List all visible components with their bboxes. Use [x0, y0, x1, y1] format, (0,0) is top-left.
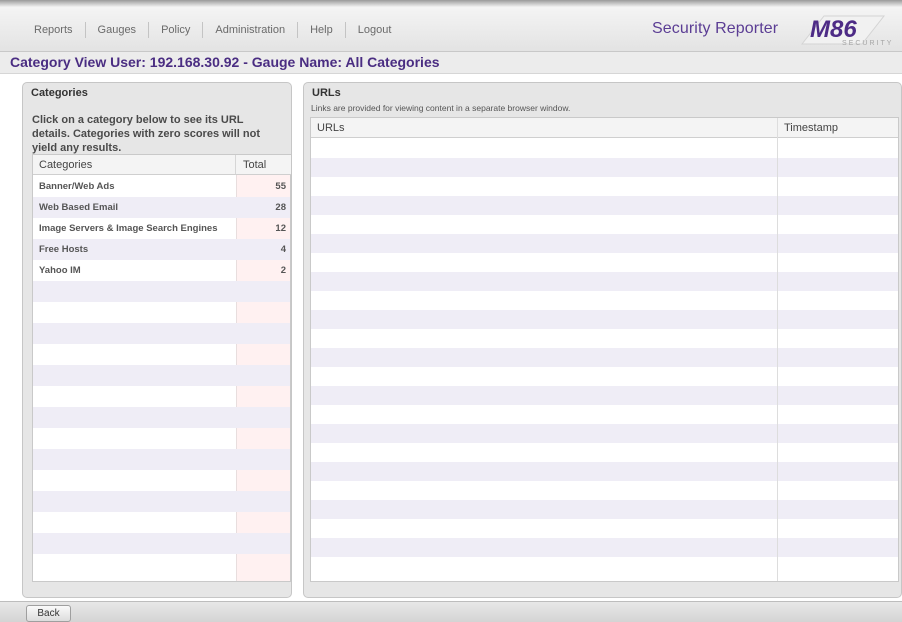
category-total: 55 [275, 181, 286, 192]
total-column-header[interactable]: Total [236, 155, 291, 175]
bottom-bar: Back [0, 601, 902, 622]
empty-row [33, 512, 290, 533]
top-navigation-bar: Reports Gauges Policy Administration Hel… [0, 0, 902, 52]
category-row[interactable]: Banner/Web Ads 55 [33, 176, 290, 197]
categories-table: Categories Total Banner/Web Ads 55 Web B… [32, 154, 291, 582]
urls-panel-title: URLs [312, 87, 341, 99]
empty-row [33, 386, 290, 407]
url-row [311, 443, 898, 462]
nav-logout[interactable]: Logout [346, 22, 404, 38]
nav-policy[interactable]: Policy [149, 22, 204, 38]
page-heading-bar: Category View User: 192.168.30.92 - Gaug… [0, 52, 902, 74]
url-row [311, 424, 898, 443]
category-row[interactable]: Yahoo IM 2 [33, 260, 290, 281]
url-row [311, 139, 898, 158]
category-total: 12 [275, 223, 286, 234]
url-row [311, 310, 898, 329]
brand-title: Security Reporter [652, 20, 779, 37]
url-row [311, 234, 898, 253]
url-row [311, 253, 898, 272]
empty-row [33, 323, 290, 344]
url-row [311, 215, 898, 234]
url-row [311, 272, 898, 291]
nav-help[interactable]: Help [298, 22, 346, 38]
category-total: 4 [280, 244, 286, 255]
empty-row [33, 281, 290, 302]
urls-panel: URLs Links are provided for viewing cont… [303, 82, 902, 598]
empty-row [33, 533, 290, 554]
url-row [311, 291, 898, 310]
top-shadow [0, 0, 902, 7]
category-row[interactable]: Web Based Email 28 [33, 197, 290, 218]
url-row [311, 405, 898, 424]
page-title: Category View User: 192.168.30.92 - Gaug… [10, 54, 440, 70]
empty-row [33, 428, 290, 449]
logo-subtext: SECURITY [842, 40, 893, 47]
category-name[interactable]: Banner/Web Ads [39, 176, 115, 197]
url-row [311, 538, 898, 557]
url-row [311, 329, 898, 348]
category-name[interactable]: Image Servers & Image Search Engines [39, 218, 217, 239]
logo-wordmark: M86 [810, 16, 857, 43]
column-divider [777, 118, 778, 581]
category-total: 2 [280, 265, 286, 276]
url-row [311, 557, 898, 576]
url-row [311, 500, 898, 519]
url-row [311, 196, 898, 215]
url-row [311, 348, 898, 367]
categories-panel: Categories Click on a category below to … [22, 82, 292, 598]
nav-reports[interactable]: Reports [22, 22, 86, 38]
empty-row [33, 449, 290, 470]
main-nav: Reports Gauges Policy Administration Hel… [22, 20, 403, 40]
empty-row [33, 491, 290, 512]
category-row[interactable]: Image Servers & Image Search Engines 12 [33, 218, 290, 239]
urls-note: Links are provided for viewing content i… [311, 103, 571, 113]
url-row [311, 177, 898, 196]
category-total: 28 [275, 202, 286, 213]
categories-column-header[interactable]: Categories [33, 155, 236, 175]
empty-row [33, 554, 290, 575]
empty-row [33, 344, 290, 365]
url-row [311, 481, 898, 500]
category-name[interactable]: Yahoo IM [39, 260, 81, 281]
categories-instructions: Click on a category below to see its URL… [32, 114, 261, 154]
url-row [311, 519, 898, 538]
empty-row [33, 302, 290, 323]
empty-row [33, 365, 290, 386]
category-name[interactable]: Web Based Email [39, 197, 118, 218]
back-button[interactable]: Back [26, 605, 71, 622]
url-row [311, 158, 898, 177]
url-row [311, 367, 898, 386]
url-row [311, 386, 898, 405]
empty-row [33, 407, 290, 428]
category-name[interactable]: Free Hosts [39, 239, 88, 260]
empty-row [33, 470, 290, 491]
categories-panel-title: Categories [31, 87, 88, 99]
nav-administration[interactable]: Administration [203, 22, 299, 38]
m86-logo: M86 SECURITY [800, 15, 893, 47]
category-row[interactable]: Free Hosts 4 [33, 239, 290, 260]
timestamp-column-header[interactable]: Timestamp [778, 118, 898, 138]
url-row [311, 462, 898, 481]
nav-gauges[interactable]: Gauges [86, 22, 150, 38]
urls-table: URLs Timestamp [310, 117, 899, 582]
urls-column-header[interactable]: URLs [311, 118, 777, 138]
